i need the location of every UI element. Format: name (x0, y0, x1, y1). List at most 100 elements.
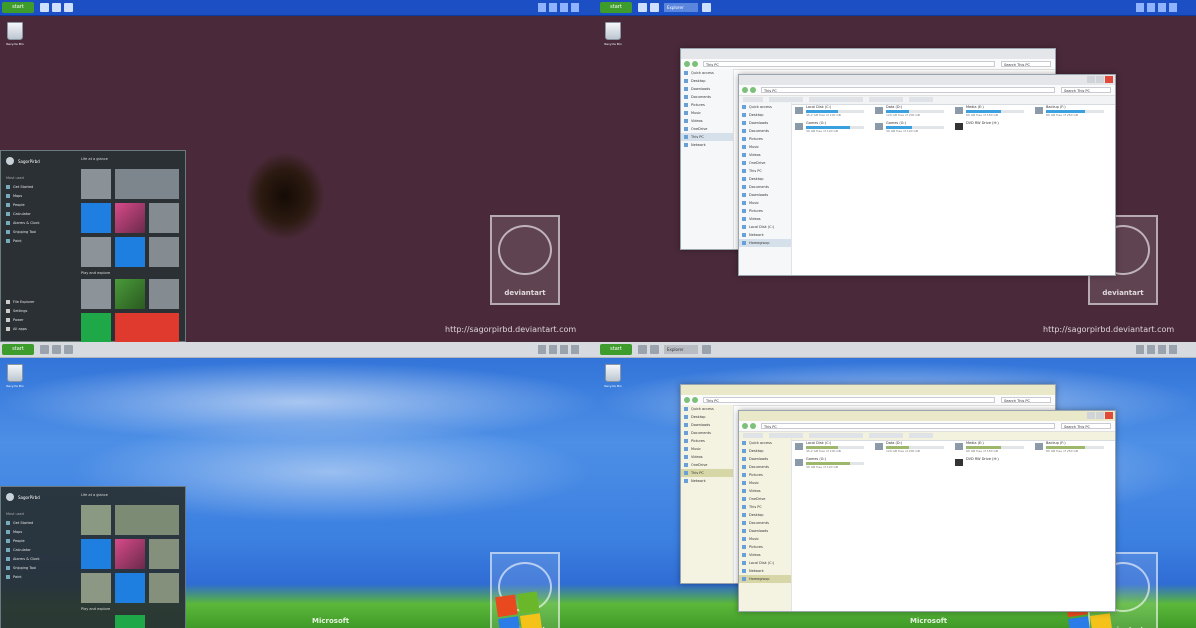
store-tile[interactable] (81, 237, 111, 267)
movies-tile[interactable] (149, 279, 179, 309)
nav-item[interactable]: Documents (739, 463, 791, 471)
nav-item[interactable]: Desktop (739, 447, 791, 455)
list-item[interactable]: Calculator (6, 545, 40, 554)
power-item[interactable]: Power (6, 315, 35, 324)
nav-item[interactable]: Pictures (739, 135, 791, 143)
nav-item[interactable]: Homegroup (739, 575, 791, 583)
list-item[interactable]: Snipping Tool (6, 227, 40, 236)
nav-item[interactable]: Downloads (681, 85, 733, 93)
taskbar-task[interactable]: Explorer (664, 3, 698, 12)
nav-item[interactable]: Documents (681, 93, 733, 101)
ribbon-button[interactable] (743, 97, 763, 102)
nav-item[interactable]: Quick access (681, 405, 733, 413)
nav-item[interactable]: Music (739, 143, 791, 151)
calendar-tile[interactable] (81, 505, 111, 535)
nav-item[interactable]: Videos (739, 151, 791, 159)
title-bar[interactable] (739, 75, 1115, 85)
nav-item[interactable]: Network (681, 477, 733, 485)
forward-icon[interactable] (750, 87, 756, 93)
nav-item[interactable]: Videos (739, 487, 791, 495)
close-icon[interactable] (1105, 412, 1113, 419)
nav-item[interactable]: Videos (681, 117, 733, 125)
list-item[interactable]: People (6, 536, 40, 545)
ribbon-button[interactable] (769, 97, 803, 102)
address-bar[interactable]: This PC (703, 61, 995, 67)
nav-item[interactable]: Videos (681, 453, 733, 461)
weather-tile[interactable] (115, 237, 145, 267)
user-account[interactable]: SagorPirbd (6, 157, 40, 165)
people-tile[interactable] (149, 203, 179, 233)
list-item[interactable]: Alarms & Clock (6, 218, 40, 227)
address-bar[interactable]: This PC (703, 397, 995, 403)
folder-icon[interactable] (52, 345, 61, 354)
nav-item[interactable]: Documents (739, 127, 791, 135)
media-icon[interactable] (64, 3, 73, 12)
back-icon[interactable] (684, 61, 690, 67)
forward-icon[interactable] (750, 423, 756, 429)
nav-item[interactable]: Pictures (739, 207, 791, 215)
drive-item[interactable]: Backup (F:) 80 GB free of 250 GB (1035, 105, 1107, 117)
nav-item[interactable]: Music (739, 535, 791, 543)
news-tile[interactable] (149, 573, 179, 603)
nav-item[interactable]: Downloads (739, 119, 791, 127)
search-input[interactable]: Search This PC (1001, 61, 1051, 67)
start-button[interactable]: start (600, 344, 632, 355)
explorer-window-front[interactable]: This PC Search This PC Quick access Desk… (738, 410, 1116, 612)
nav-item[interactable]: Pictures (739, 543, 791, 551)
maximize-icon[interactable] (1096, 76, 1104, 83)
ie-icon[interactable] (638, 3, 647, 12)
weather-tile[interactable] (115, 573, 145, 603)
ribbon-button[interactable] (909, 433, 933, 438)
nav-item[interactable]: Downloads (681, 421, 733, 429)
nav-item[interactable]: OneDrive (739, 495, 791, 503)
nav-item[interactable]: Music (739, 199, 791, 207)
nav-item[interactable]: OneDrive (681, 125, 733, 133)
drive-item[interactable]: Games (G:) 30 GB free of 120 GB (795, 121, 867, 133)
store-tile[interactable] (81, 573, 111, 603)
maximize-icon[interactable] (1096, 412, 1104, 419)
recycle-bin-icon[interactable]: Recycle Bin (6, 22, 24, 46)
start-button[interactable]: start (600, 2, 632, 13)
nav-item[interactable]: Local Disk (C:) (739, 559, 791, 567)
list-item[interactable]: Maps (6, 191, 40, 200)
drive-item[interactable]: Data (D:) 120 GB free of 200 GB (875, 105, 947, 117)
back-icon[interactable] (742, 423, 748, 429)
nav-item[interactable]: This PC (739, 503, 791, 511)
ie-icon[interactable] (40, 3, 49, 12)
ribbon-button[interactable] (869, 433, 903, 438)
ribbon-button[interactable] (769, 433, 803, 438)
recycle-bin-icon[interactable]: Recycle Bin (604, 364, 622, 388)
drive-item[interactable]: Games (G:) 30 GB free of 120 GB (875, 121, 947, 133)
taskbar-task[interactable]: Explorer (664, 345, 698, 354)
title-bar[interactable] (681, 385, 1055, 395)
drive-item[interactable]: Local Disk (C:) 45.2 GB free of 100 GB (795, 441, 867, 453)
search-input[interactable]: Search This PC (1061, 423, 1111, 429)
nav-item[interactable]: Homegroup (739, 239, 791, 247)
minimize-icon[interactable] (1087, 76, 1095, 83)
drive-item[interactable]: DVD RW Drive (H:) (955, 121, 1027, 133)
nav-item[interactable]: Desktop (739, 111, 791, 119)
nav-item[interactable]: Network (739, 231, 791, 239)
nav-item[interactable]: Downloads (739, 455, 791, 463)
ribbon-button[interactable] (743, 433, 763, 438)
nav-item[interactable]: This PC (739, 167, 791, 175)
close-icon[interactable] (1105, 76, 1113, 83)
nav-item[interactable]: Downloads (739, 527, 791, 535)
ribbon-button[interactable] (909, 97, 933, 102)
list-item[interactable]: Paint (6, 572, 40, 581)
nav-item[interactable]: Downloads (739, 191, 791, 199)
media-icon[interactable] (702, 345, 711, 354)
start-button[interactable]: start (2, 2, 34, 13)
list-item[interactable]: Get Started (6, 182, 40, 191)
nav-item[interactable]: This PC (681, 469, 733, 477)
music-tile[interactable] (81, 279, 111, 309)
nav-item[interactable]: Documents (739, 183, 791, 191)
xbox-tile[interactable] (115, 279, 145, 309)
money-tile[interactable] (81, 313, 111, 342)
mail-tile[interactable] (115, 169, 179, 199)
ie-icon[interactable] (40, 345, 49, 354)
nav-item[interactable]: Quick access (739, 103, 791, 111)
photos-tile[interactable] (115, 203, 145, 233)
xbox-tile[interactable] (115, 615, 145, 628)
nav-item[interactable]: Pictures (739, 471, 791, 479)
